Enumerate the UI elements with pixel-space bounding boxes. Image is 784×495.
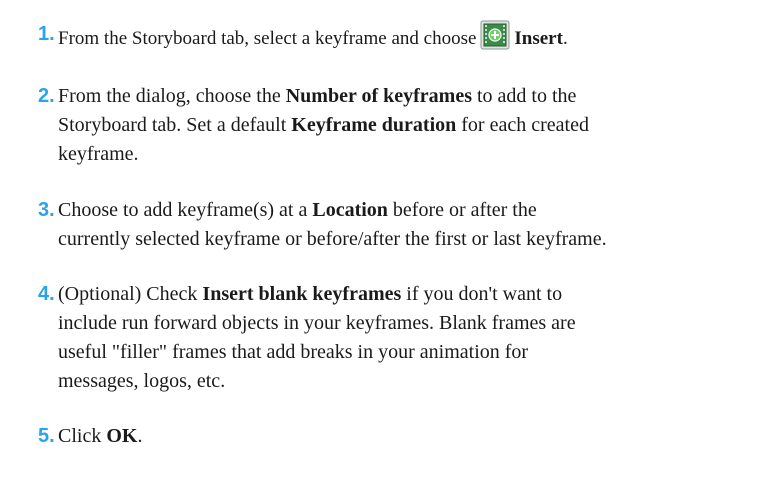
step-line: messages, logos, etc. <box>58 367 770 396</box>
text-run: From the Storyboard tab, select a keyfra… <box>58 28 477 49</box>
text-run: keyframe. <box>58 143 139 165</box>
step-number: 1. <box>38 23 55 45</box>
text-bold: Insert <box>514 28 563 49</box>
text-run: useful "filler" frames that add breaks i… <box>58 341 529 363</box>
step-text: Choose to add keyframe(s) at a Location … <box>58 196 770 254</box>
text-run: Storyboard tab. Set a default <box>58 114 292 136</box>
step-number: 3. <box>38 199 55 221</box>
text-run: Choose to add keyframe(s) at a <box>58 199 313 221</box>
step-line: keyframe. <box>58 140 770 169</box>
text-run: currently selected keyframe or before/af… <box>58 228 607 250</box>
step-line: (Optional) Check Insert blank keyframes … <box>58 280 770 309</box>
text-run: Click <box>58 425 107 447</box>
text-run: for each created <box>456 114 589 136</box>
step-line: useful "filler" frames that add breaks i… <box>58 338 770 367</box>
text-run: . <box>137 425 143 447</box>
step-line: Storyboard tab. Set a default Keyframe d… <box>58 111 770 140</box>
text-bold: Number of keyframes <box>285 85 472 107</box>
step-text: From the dialog, choose the Number of ke… <box>58 82 770 169</box>
text-run: to add to the <box>472 85 577 107</box>
step-line: Click OK. <box>58 422 770 451</box>
step-line: currently selected keyframe or before/af… <box>58 225 770 254</box>
step-text: Click OK. <box>58 422 770 451</box>
text-run: before or after the <box>387 199 537 221</box>
text-run: (Optional) Check <box>58 283 203 305</box>
insert-keyframe-icon <box>480 20 510 50</box>
step-line: Choose to add keyframe(s) at a Location … <box>58 196 770 225</box>
text-run: messages, logos, etc. <box>58 370 226 392</box>
text-run: include run forward objects in your keyf… <box>58 312 576 334</box>
step-number: 5. <box>38 425 55 447</box>
text-run: if you don't want to <box>401 283 563 305</box>
step-text: From the Storyboard tab, select a keyfra… <box>58 20 770 53</box>
text-run: . <box>562 28 568 49</box>
step-number: 2. <box>38 85 55 107</box>
step-line: From the dialog, choose the Number of ke… <box>58 82 770 111</box>
step-line: include run forward objects in your keyf… <box>58 309 770 338</box>
text-run: From the dialog, choose the <box>58 85 286 107</box>
step-text: (Optional) Check Insert blank keyframes … <box>58 280 770 396</box>
step-number: 4. <box>38 283 55 305</box>
text-bold: Location <box>312 199 388 221</box>
text-bold: Keyframe duration <box>291 114 457 136</box>
text-bold: OK <box>106 425 138 447</box>
text-bold: Insert blank keyframes <box>202 283 402 305</box>
step-line: From the Storyboard tab, select a keyfra… <box>58 20 770 53</box>
